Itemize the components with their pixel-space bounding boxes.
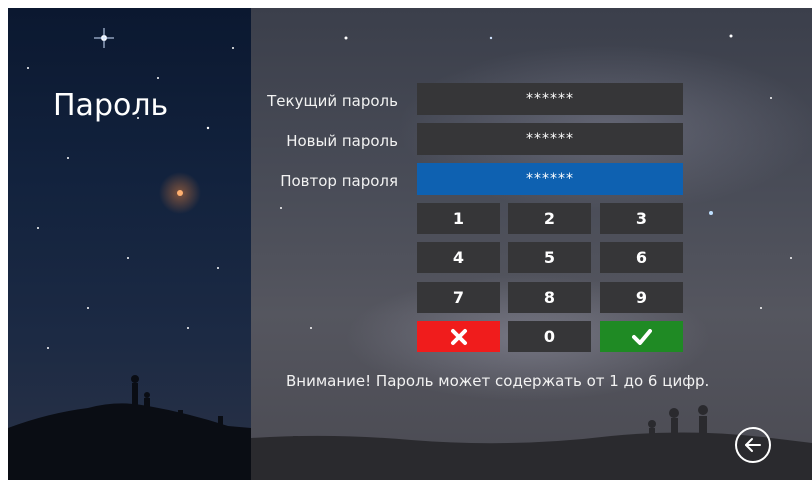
key-5[interactable]: 5: [508, 242, 591, 273]
key-4[interactable]: 4: [417, 242, 500, 273]
key-8[interactable]: 8: [508, 282, 591, 313]
confirm-button[interactable]: [600, 321, 683, 352]
key-2[interactable]: 2: [508, 203, 591, 234]
key-9[interactable]: 9: [600, 282, 683, 313]
current-password-label: Текущий пароль: [267, 92, 398, 110]
back-button[interactable]: [735, 427, 771, 463]
password-notice: Внимание! Пароль может содержать от 1 до…: [286, 372, 710, 390]
cross-icon: [450, 328, 467, 345]
repeat-password-field[interactable]: ******: [417, 163, 683, 195]
key-3[interactable]: 3: [600, 203, 683, 234]
repeat-password-label: Повтор пароля: [280, 172, 398, 190]
new-password-field[interactable]: ******: [417, 123, 683, 155]
page-title: Пароль: [53, 88, 169, 123]
key-7[interactable]: 7: [417, 282, 500, 313]
screen: Пароль Текущий пароль ****** Новый парол…: [8, 8, 812, 480]
checkmark-icon: [631, 328, 652, 345]
arrow-left-circle-icon: [745, 438, 761, 452]
key-0[interactable]: 0: [508, 321, 591, 352]
cancel-button[interactable]: [417, 321, 500, 352]
starfield-left: [8, 28, 251, 480]
key-6[interactable]: 6: [600, 242, 683, 273]
left-panel: Пароль: [8, 8, 251, 480]
key-1[interactable]: 1: [417, 203, 500, 234]
current-password-field[interactable]: ******: [417, 83, 683, 115]
new-password-label: Новый пароль: [286, 132, 398, 150]
